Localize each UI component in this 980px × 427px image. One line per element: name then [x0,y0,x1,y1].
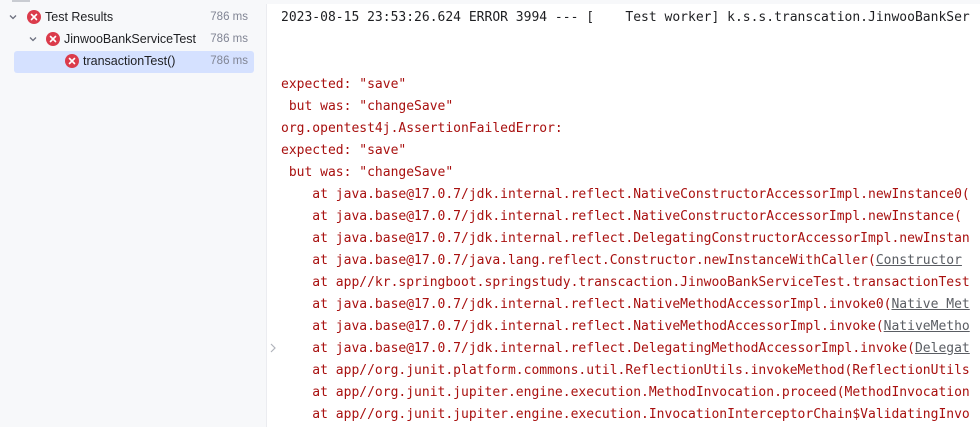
test-failed-icon [46,32,60,46]
console-output[interactable]: 2023-08-15 23:53:26.624 ERROR 3994 --- [… [267,4,980,427]
line-text: at app//org.junit.jupiter.engine.executi… [281,407,970,422]
fold-chevron-icon[interactable] [269,342,277,358]
tree-label: transactionTest() [83,54,176,68]
duration-label: 786 ms [210,11,248,23]
stack-frame-line: at java.base@17.0.7/jdk.internal.reflect… [281,318,970,336]
stack-frame-line: at app//kr.springboot.springstudy.transc… [281,274,970,292]
duration-label: 786 ms [210,33,248,45]
stack-frame-line: at java.base@17.0.7/java.lang.reflect.Co… [281,252,962,270]
line-text: at java.base@17.0.7/jdk.internal.reflect… [281,209,962,224]
stack-frame-line: at app//org.junit.jupiter.engine.executi… [281,406,970,424]
line-text: but was: "changeSave" [281,99,454,114]
error-message-line: but was: "changeSave" [281,98,453,116]
test-results-tree: Test Results 786 ms JinwooBankServiceTes… [0,4,267,427]
line-text: at app//org.junit.platform.commons.util.… [281,363,970,378]
duration-label: 786 ms [210,55,248,67]
line-text: expected: "save" [281,77,407,92]
tree-row-test-method[interactable]: transactionTest() 786 ms [14,51,254,73]
source-link[interactable]: Native Met [891,297,969,312]
chevron-down-icon[interactable] [26,32,40,46]
tree-row-test-results[interactable]: Test Results 786 ms [0,7,254,29]
stack-frame-line: at java.base@17.0.7/jdk.internal.reflect… [281,296,969,314]
line-text: at app//org.junit.jupiter.engine.executi… [281,385,970,400]
tree-label: Test Results [45,10,114,24]
stack-frame-line: at app//org.junit.jupiter.engine.executi… [281,384,970,402]
test-failed-icon [65,54,79,68]
line-text: at java.base@17.0.7/jdk.internal.reflect… [281,341,915,356]
error-message-line: but was: "changeSave" [281,164,453,182]
line-text: at java.base@17.0.7/jdk.internal.reflect… [281,231,970,246]
error-message-line: expected: "save" [281,142,406,160]
error-message-line: org.opentest4j.AssertionFailedError: [281,120,563,138]
line-text: at java.base@17.0.7/jdk.internal.reflect… [281,319,884,334]
source-link[interactable]: NativeMetho [884,319,970,334]
log-line: 2023-08-15 23:53:26.624 ERROR 3994 --- [… [281,10,970,25]
source-link[interactable]: Delegat [915,341,970,356]
line-text: but was: "changeSave" [281,165,454,180]
stack-frame-line: at java.base@17.0.7/jdk.internal.reflect… [281,208,962,226]
line-text: at java.base@17.0.7/jdk.internal.reflect… [281,297,892,312]
stack-frame-line: at java.base@17.0.7/jdk.internal.reflect… [281,186,970,204]
line-text: at app//kr.springboot.springstudy.transc… [281,275,970,290]
test-failed-icon [27,10,41,24]
tab-indicator [12,0,30,2]
stack-frame-line: at java.base@17.0.7/jdk.internal.reflect… [281,340,970,358]
stack-frame-line: at app//org.junit.platform.commons.util.… [281,362,970,380]
line-text: at java.base@17.0.7/jdk.internal.reflect… [281,187,970,202]
tree-label: JinwooBankServiceTest [64,32,197,46]
stack-frame-line: at java.base@17.0.7/jdk.internal.reflect… [281,230,970,248]
line-text: org.opentest4j.AssertionFailedError: [281,121,563,136]
source-link[interactable]: Constructor [876,253,962,268]
chevron-down-icon[interactable] [6,10,20,24]
tree-row-test-suite[interactable]: JinwooBankServiceTest 786 ms [0,29,254,51]
error-message-line: expected: "save" [281,76,406,94]
line-text: expected: "save" [281,143,407,158]
line-text: at java.base@17.0.7/java.lang.reflect.Co… [281,253,876,268]
